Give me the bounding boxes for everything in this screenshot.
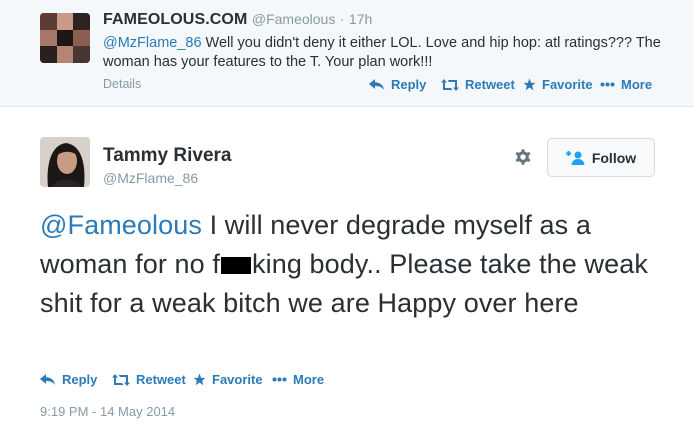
context-time[interactable]: 17h <box>349 11 372 27</box>
more-button[interactable]: More <box>272 372 324 387</box>
more-dots-icon <box>272 377 287 382</box>
tweet-actions: Reply Retweet Favorite More <box>40 372 440 390</box>
reply-icon <box>369 78 384 90</box>
context-more-button[interactable]: More <box>600 77 652 92</box>
more-dots-icon <box>600 82 615 87</box>
retweet-label: Retweet <box>136 372 186 387</box>
context-fullname[interactable]: FAMEOLOUS.COM <box>103 11 247 28</box>
retweet-icon <box>441 78 459 91</box>
context-header: FAMEOLOUS.COM @Fameolous · 17h <box>103 11 372 29</box>
redaction-bar <box>221 257 251 274</box>
author-avatar[interactable] <box>40 137 90 187</box>
more-label: More <box>293 372 325 387</box>
context-more-label: More <box>621 77 653 92</box>
context-retweet-label: Retweet <box>465 77 515 92</box>
context-favorite-label: Favorite <box>542 77 593 92</box>
favorite-button[interactable]: Favorite <box>193 372 263 387</box>
reply-icon <box>40 373 55 385</box>
favorite-label: Favorite <box>212 372 263 387</box>
profile-photo <box>40 137 90 187</box>
author-name[interactable]: Tammy Rivera <box>103 145 232 167</box>
star-icon <box>193 373 206 386</box>
star-icon <box>523 78 536 91</box>
context-reply-label: Reply <box>391 77 427 92</box>
details-link[interactable]: Details <box>103 77 141 91</box>
tweet-text: @Fameolous I will never degrade myself a… <box>40 206 680 323</box>
context-handle[interactable]: @Fameolous <box>252 11 335 27</box>
context-tweet: FAMEOLOUS.COM @Fameolous · 17h @MzFlame_… <box>0 0 694 107</box>
context-tweet-text: @MzFlame_86 Well you didn't deny it eith… <box>103 34 683 72</box>
follow-label: Follow <box>591 149 637 166</box>
add-user-icon <box>565 150 585 165</box>
context-retweet-button[interactable]: Retweet <box>441 77 515 92</box>
reply-label: Reply <box>62 372 98 387</box>
context-actions: Details Reply Retweet Favorite More <box>103 77 663 95</box>
gear-icon[interactable] <box>512 146 534 168</box>
author-handle[interactable]: @MzFlame_86 <box>103 170 198 186</box>
context-separator: · <box>339 11 345 27</box>
reply-button[interactable]: Reply <box>40 372 97 387</box>
context-mention-link[interactable]: @MzFlame_86 <box>103 35 202 51</box>
context-reply-button[interactable]: Reply <box>369 77 426 92</box>
retweet-icon <box>112 373 130 386</box>
tweet-timestamp[interactable]: 9:19 PM - 14 May 2014 <box>40 404 175 419</box>
follow-button[interactable]: Follow <box>547 138 655 177</box>
tweet-mention-link[interactable]: @Fameolous <box>40 210 202 240</box>
context-favorite-button[interactable]: Favorite <box>523 77 593 92</box>
retweet-button[interactable]: Retweet <box>112 372 186 387</box>
context-avatar[interactable] <box>40 13 90 63</box>
